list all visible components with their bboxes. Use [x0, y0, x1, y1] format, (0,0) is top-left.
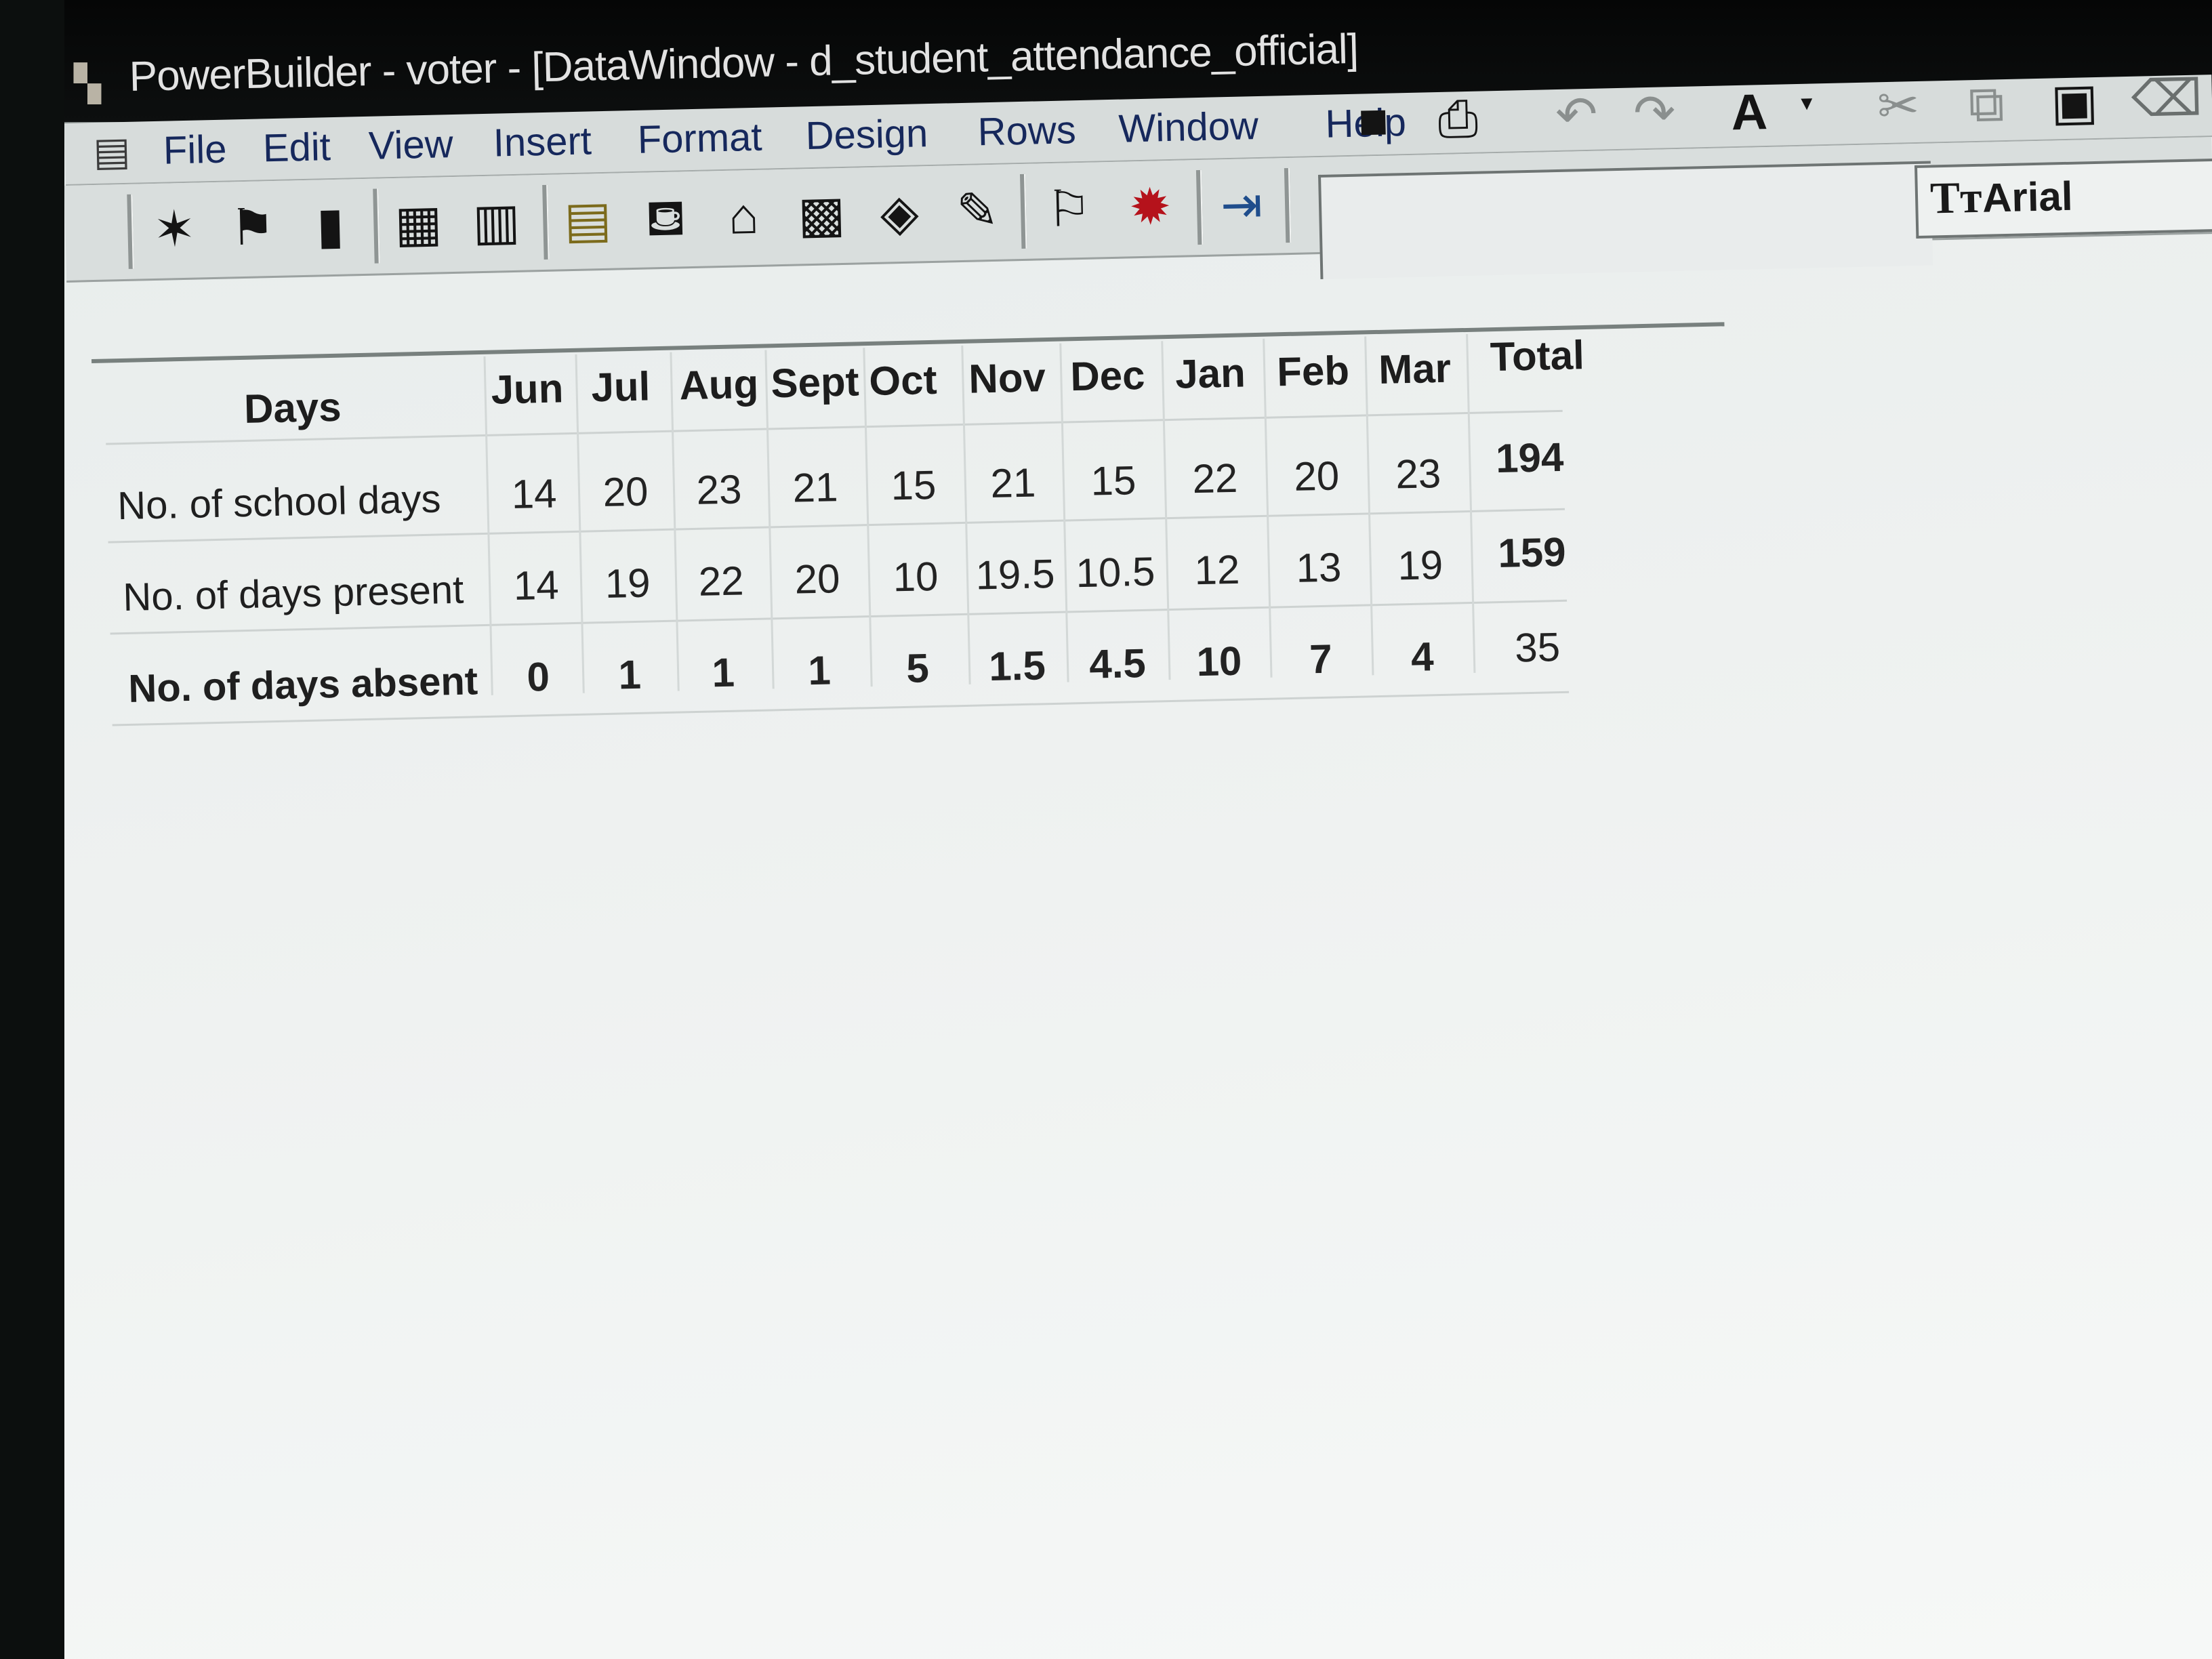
- cell-value[interactable]: 21: [771, 463, 860, 512]
- header-month: Nov: [968, 354, 1046, 402]
- cell-total[interactable]: 159: [1488, 528, 1577, 577]
- header-month: Feb: [1276, 347, 1350, 395]
- header-month: Oct: [868, 356, 938, 405]
- grid-line: [1263, 338, 1273, 678]
- cell-value[interactable]: 1: [678, 649, 768, 697]
- cell-value[interactable]: 15: [869, 461, 958, 510]
- cell-value[interactable]: 20: [581, 468, 670, 516]
- cell-value[interactable]: 20: [773, 554, 862, 603]
- header-month: Jun: [490, 365, 565, 413]
- cell-total[interactable]: 35: [1493, 623, 1582, 672]
- grid-line: [1059, 343, 1069, 682]
- cell-value[interactable]: 19.5: [970, 550, 1060, 599]
- header-month: Aug: [678, 361, 759, 409]
- cell-value[interactable]: 7: [1276, 635, 1366, 684]
- header-month: Sept: [770, 359, 860, 407]
- cell-value[interactable]: 5: [873, 644, 962, 693]
- row-label-days-absent: No. of days absent: [127, 659, 478, 711]
- cell-value[interactable]: 13: [1274, 544, 1364, 592]
- cell-value[interactable]: 22: [1170, 454, 1260, 503]
- cell-value[interactable]: 22: [676, 557, 766, 606]
- grid-line: [1161, 341, 1171, 680]
- header-month: Jul: [590, 363, 651, 411]
- cell-value[interactable]: 15: [1069, 456, 1158, 505]
- cell-value[interactable]: 20: [1272, 452, 1361, 501]
- row-label-school-days: No. of school days: [117, 476, 442, 529]
- cell-value[interactable]: 14: [491, 561, 581, 610]
- cell-value[interactable]: 0: [493, 653, 583, 701]
- monitor-screen: ▚ PowerBuilder - voter - [DataWindow - d…: [64, 0, 2212, 1659]
- header-month: Dec: [1069, 352, 1146, 400]
- cell-value[interactable]: 1: [585, 651, 674, 699]
- row-label-days-present: No. of days present: [122, 567, 464, 620]
- cell-value[interactable]: 14: [489, 470, 579, 518]
- grid-line: [575, 354, 585, 693]
- header-month: Jan: [1174, 350, 1246, 397]
- cell-value[interactable]: 19: [583, 559, 672, 608]
- header-total: Total: [1490, 332, 1585, 380]
- cell-value[interactable]: 12: [1172, 546, 1262, 594]
- cell-value[interactable]: 10: [871, 552, 960, 601]
- cell-value[interactable]: 23: [1374, 449, 1463, 498]
- cell-value[interactable]: 1.5: [972, 642, 1062, 691]
- header-days: Days: [243, 384, 342, 432]
- cell-value[interactable]: 4: [1378, 632, 1467, 681]
- cell-value[interactable]: 19: [1376, 541, 1465, 590]
- grid-line: [1466, 333, 1476, 673]
- cell-value[interactable]: 21: [968, 459, 1058, 508]
- datawindow-attendance[interactable]: Days Jun Jul Aug Sept Oct Nov Dec Jan Fe…: [64, 0, 2212, 1659]
- grid-line: [1364, 336, 1374, 676]
- cell-value[interactable]: 10.5: [1071, 548, 1160, 596]
- cell-value[interactable]: 4.5: [1073, 639, 1162, 688]
- cell-value[interactable]: 10: [1174, 637, 1264, 686]
- cell-value[interactable]: 23: [674, 466, 764, 514]
- cell-value[interactable]: 1: [775, 646, 864, 695]
- cell-total[interactable]: 194: [1486, 433, 1575, 482]
- header-month: Mar: [1378, 345, 1452, 392]
- grid-line: [670, 352, 680, 691]
